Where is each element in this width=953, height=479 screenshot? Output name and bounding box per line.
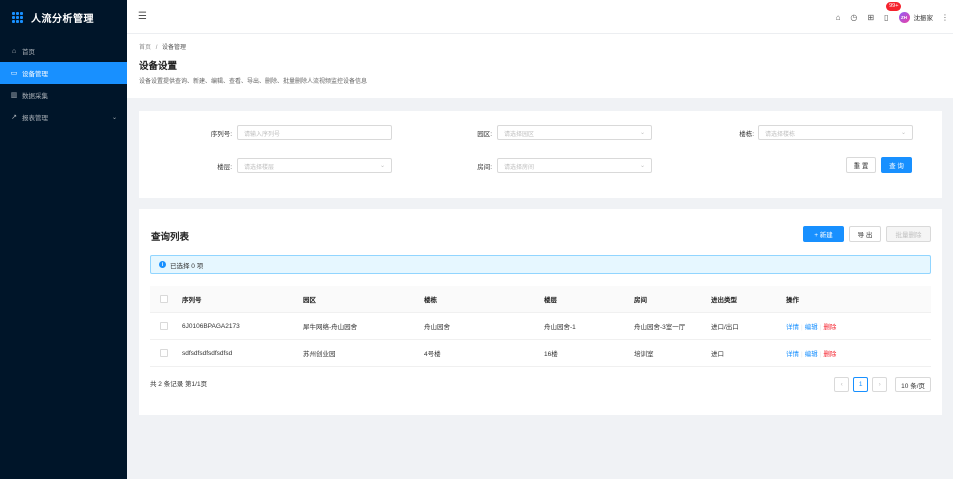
column-header[interactable]: 进出类型 [711,294,786,304]
cell-room: 舟山园舍-3室一厅 [634,324,686,331]
reset-button[interactable]: 重 置 [846,157,876,173]
chevron-down-icon: ⌄ [900,130,906,136]
cell-room: 培训室 [634,351,654,358]
edit-link[interactable]: 编辑 [805,324,818,331]
export-button[interactable]: 导 出 [849,226,881,242]
sidebar-item-label: 首页 [22,49,35,56]
breadcrumb-home[interactable]: 首页 [139,45,151,51]
cell-serial: 6J0106BPAGA2173 [182,322,240,330]
column-header[interactable]: 楼层 [544,294,634,304]
pagination: ‹ 1 › 10 条/页 [830,377,931,392]
column-header: 操作 [786,297,799,304]
page-size-select[interactable]: 10 条/页 [895,377,931,392]
chevron-down-icon: ⌄ [639,163,645,169]
bar-chart-icon: ▥ [10,92,18,99]
info-icon: i [159,261,166,268]
room-label: 房间: [477,164,492,171]
avatar[interactable]: ZH [898,11,910,23]
prev-page-button[interactable]: ‹ [834,377,850,392]
table-header: 序列号 园区 楼栋 楼层 房间 进出类型 操作 [150,286,931,313]
chevron-down-icon: ⌄ [111,114,117,121]
list-title: 查询列表 [151,232,190,243]
breadcrumb: 首页 / 设备管理 [139,42,941,51]
sidebar: 人流分析管理 ⌂ 首页 ▭ 设备管理 ▥ 数据采集 ↗ 报表管理 ⌄ [0,0,127,479]
page-header: 首页 / 设备管理 设备设置 设备设置提供查询、新建、编辑、查看、导出、删除、批… [127,34,953,98]
top-header: ☰ ⌂ ◷ ⊞ ▯ 99+ ZH 沈振家 ⋮ [127,0,953,34]
next-page-button[interactable]: › [872,377,888,392]
cell-actions: 详情 | 编辑 | 删除 [786,351,837,358]
select-all-checkbox[interactable] [160,295,168,303]
detail-link[interactable]: 详情 [786,324,799,331]
page-number-button[interactable]: 1 [853,377,869,392]
park-select[interactable]: 请选择园区 ⌄ [497,125,652,140]
breadcrumb-current: 设备管理 [162,45,187,51]
room-select[interactable]: 请选择房间 ⌄ [497,158,652,173]
detail-link[interactable]: 详情 [786,351,799,358]
home-icon[interactable]: ⌂ [836,13,841,22]
sidebar-item-label: 报表管理 [22,115,48,122]
batch-delete-button[interactable]: 批量删除 [886,226,931,242]
new-button[interactable]: + 新建 [803,226,844,242]
floor-select[interactable]: 请选择楼层 ⌄ [237,158,392,173]
delete-link[interactable]: 删除 [823,351,836,358]
selection-alert: i 已选择 0 项 [150,255,931,274]
sidebar-item-report-management[interactable]: ↗ 报表管理 ⌄ [0,106,127,128]
serial-label: 序列号: [210,131,232,138]
device-icon: ▭ [10,70,18,77]
device-table: 序列号 园区 楼栋 楼层 房间 进出类型 操作 6J0106BPAGA2173 … [150,286,931,367]
sidebar-item-label: 设备管理 [22,71,48,78]
page-description: 设备设置提供查询、新建、编辑、查看、导出、删除、批量删除人流视频监控设备信息 [139,79,368,85]
cell-floor: 16楼 [544,351,558,358]
sidebar-item-label: 数据采集 [22,93,48,100]
breadcrumb-separator: / [155,45,158,51]
edit-link[interactable]: 编辑 [805,351,818,358]
more-vertical-icon[interactable]: ⋮ [941,13,949,22]
sidebar-item-home[interactable]: ⌂ 首页 [0,40,127,62]
row-checkbox[interactable] [160,349,168,357]
cell-serial: sdfsdfsdfsdfsdfsd [182,349,233,357]
table-row: 6J0106BPAGA2173 犀牛网络-舟山园舍 舟山园舍 舟山园舍-1 舟山… [150,313,931,340]
home-icon: ⌂ [11,47,17,55]
selection-text: 已选择 0 项 [170,262,204,270]
cell-direction: 进口/出口 [711,324,739,331]
sidebar-item-device-management[interactable]: ▭ 设备管理 [0,62,127,84]
building-select[interactable]: 请选择楼栋 ⌄ [758,125,913,140]
line-chart-icon: ↗ [11,114,17,121]
cell-park: 犀牛网络-舟山园舍 [303,324,358,331]
fullscreen-icon[interactable]: ⊞ [867,13,874,22]
cell-park: 苏州创业园 [303,351,336,358]
serial-input[interactable]: 请输入序列号 [237,125,392,140]
row-checkbox[interactable] [160,322,168,330]
menu-fold-icon[interactable]: ☰ [138,11,147,22]
floor-label: 楼层: [217,164,232,171]
notification-badge: 99+ [886,1,902,11]
chevron-down-icon: ⌄ [639,130,645,136]
cell-floor: 舟山园舍-1 [544,324,576,331]
column-header[interactable]: 序列号 [182,294,303,304]
filter-panel: 序列号: 请输入序列号 园区: 请选择园区 ⌄ 楼栋: 请选择楼栋 ⌄ 楼层: … [139,111,942,198]
grid-logo-icon [12,11,23,23]
cell-building: 舟山园舍 [424,324,450,331]
sidebar-item-data-collection[interactable]: ▥ 数据采集 [0,84,127,106]
page-title: 设备设置 [139,61,178,72]
cell-direction: 进口 [711,351,724,358]
column-header[interactable]: 园区 [303,294,424,304]
building-label: 楼栋: [739,131,754,138]
cell-building: 4号楼 [424,351,441,358]
list-panel: 查询列表 + 新建 导 出 批量删除 i 已选择 0 项 序列号 园区 楼栋 楼… [139,209,942,415]
app-title: 人流分析管理 [31,13,94,25]
app-logo[interactable]: 人流分析管理 [0,0,127,34]
pagination-total: 共 2 条记录 第1/1页 [150,381,208,388]
notification-bell-icon[interactable]: ▯ 99+ [884,1,902,22]
query-button[interactable]: 查 询 [881,157,912,173]
delete-link[interactable]: 删除 [823,324,836,331]
park-label: 园区: [477,131,492,138]
username[interactable]: 沈振家 [914,12,934,22]
column-header[interactable]: 楼栋 [424,294,544,304]
table-row: sdfsdfsdfsdfsdfsd 苏州创业园 4号楼 16楼 培训室 进口 详… [150,340,931,367]
cell-actions: 详情 | 编辑 | 删除 [786,324,837,331]
clock-icon[interactable]: ◷ [850,13,857,22]
column-header[interactable]: 房间 [634,294,711,304]
chevron-down-icon: ⌄ [379,163,385,169]
